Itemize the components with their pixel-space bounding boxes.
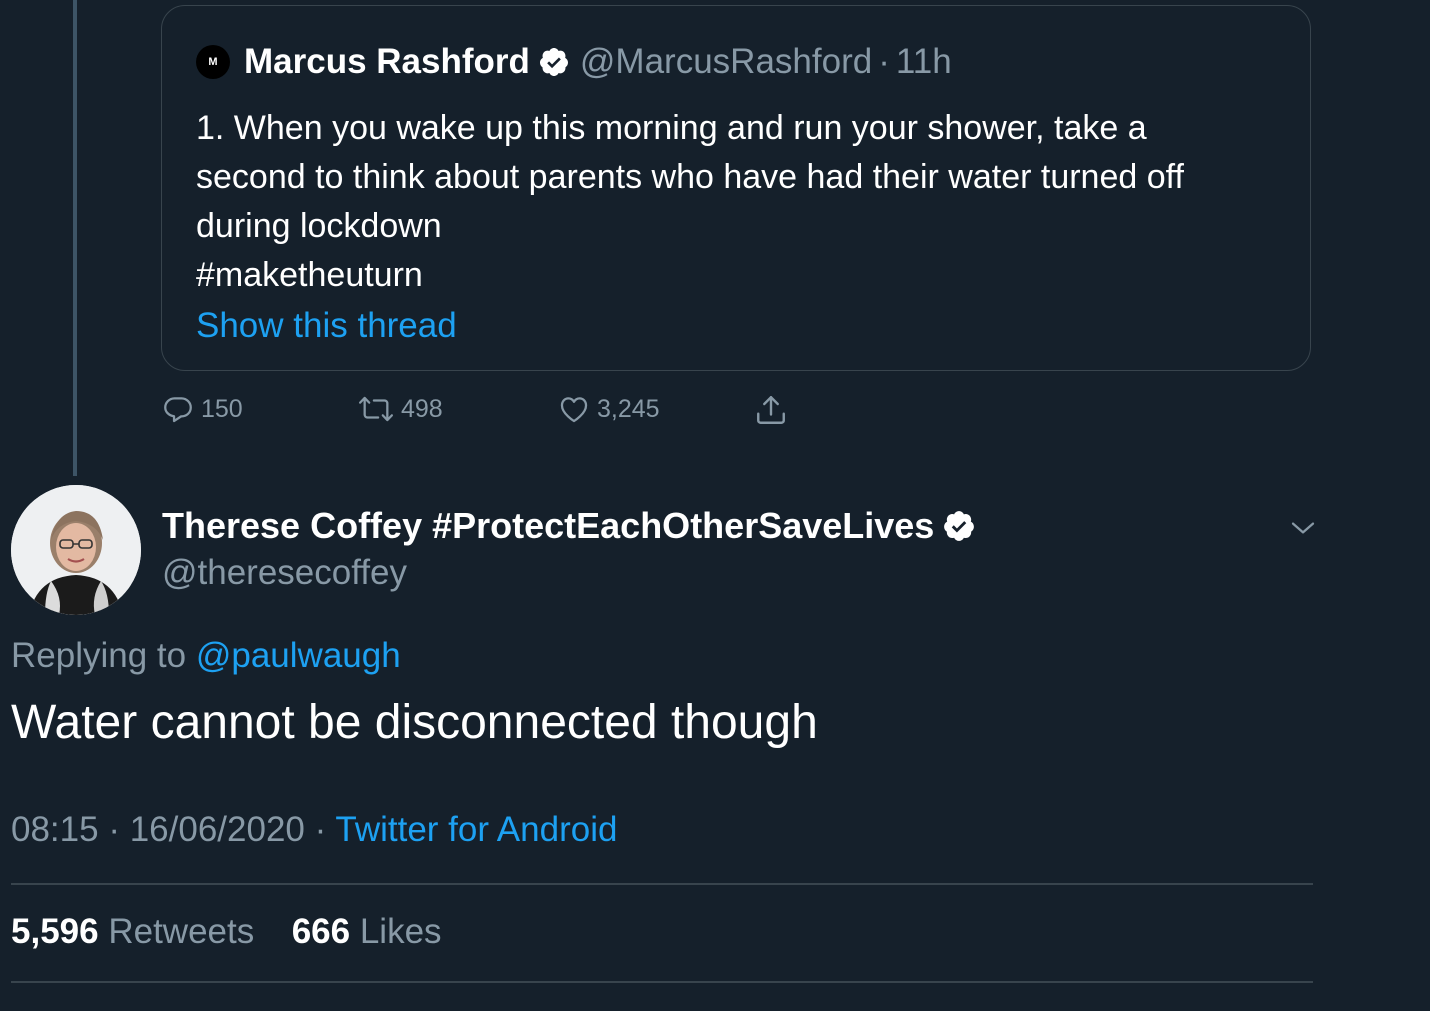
retweets-label: Retweets	[108, 912, 255, 951]
reply-button[interactable]: 150	[161, 392, 243, 426]
verified-badge-icon	[942, 509, 976, 543]
quoted-tweet-line: 1. When you wake up this morning and run…	[196, 109, 1147, 147]
chevron-down-icon	[1291, 522, 1315, 534]
like-count: 3,245	[597, 394, 660, 423]
share-icon	[757, 396, 785, 424]
author-name[interactable]: Therese Coffey #ProtectEachOtherSaveLive…	[162, 505, 934, 547]
retweet-count: 498	[401, 394, 443, 423]
replying-to-prefix: Replying to	[11, 636, 187, 675]
quoted-tweet-action-bar: 150 498 3,245	[161, 392, 861, 432]
header-separator: ·	[878, 42, 890, 81]
like-button[interactable]: 3,245	[557, 392, 660, 426]
quoted-tweet-card[interactable]: M Marcus Rashford @MarcusRashford · 11h …	[161, 5, 1311, 371]
thread-connector-line	[73, 0, 77, 476]
replying-to-line: Replying to @paulwaugh	[11, 636, 401, 676]
heart-icon	[560, 397, 588, 423]
divider	[11, 883, 1313, 885]
quoted-tweet-text: 1. When you wake up this morning and run…	[196, 104, 1286, 300]
quoted-tweet-header: M Marcus Rashford @MarcusRashford · 11h	[196, 42, 952, 82]
quoted-author-avatar[interactable]: M	[196, 45, 230, 79]
author-avatar[interactable]	[11, 485, 141, 615]
reply-count: 150	[201, 394, 243, 423]
quoted-tweet-line: second to think about parents who have h…	[196, 158, 1184, 196]
divider	[11, 981, 1313, 983]
tweet-options-button[interactable]	[1288, 513, 1318, 548]
tweet-source-link[interactable]: Twitter for Android	[335, 810, 617, 849]
likes-count: 666	[291, 912, 351, 951]
retweets-count: 5,596	[11, 912, 99, 951]
retweet-button[interactable]: 498	[357, 392, 443, 426]
quoted-author-avatar-letters: M	[208, 55, 218, 68]
share-button[interactable]	[753, 392, 795, 428]
quoted-tweet-line: during lockdown	[196, 207, 442, 245]
likes-label: Likes	[359, 912, 442, 951]
tweet-text: Water cannot be disconnected though	[11, 696, 818, 749]
tweet-time[interactable]: 08:15	[11, 810, 99, 849]
reply-icon	[164, 397, 192, 423]
author-name-line: Therese Coffey #ProtectEachOtherSaveLive…	[162, 505, 986, 547]
meta-separator: ·	[108, 810, 120, 849]
likes-stat[interactable]: 666 Likes	[292, 912, 442, 951]
tweet-detail-page: M Marcus Rashford @MarcusRashford · 11h …	[0, 0, 1430, 1011]
quoted-author-name[interactable]: Marcus Rashford	[244, 42, 530, 82]
quoted-tweet-hashtag[interactable]: #maketheuturn	[196, 251, 1286, 300]
verified-badge-icon	[538, 46, 570, 78]
quoted-author-handle[interactable]: @MarcusRashford	[580, 42, 872, 82]
author-handle[interactable]: @theresecoffey	[162, 553, 407, 593]
tweet-meta: 08:15 · 16/06/2020 · Twitter for Android	[11, 810, 617, 850]
retweets-stat[interactable]: 5,596 Retweets	[11, 912, 264, 951]
show-thread-link[interactable]: Show this thread	[196, 306, 457, 346]
retweet-icon	[359, 396, 393, 422]
quoted-tweet-time[interactable]: 11h	[896, 42, 952, 82]
replying-to-mention[interactable]: @paulwaugh	[196, 636, 401, 675]
meta-separator: ·	[314, 810, 327, 849]
tweet-stats: 5,596 Retweets 666 Likes	[11, 912, 442, 952]
tweet-date[interactable]: 16/06/2020	[130, 810, 305, 849]
